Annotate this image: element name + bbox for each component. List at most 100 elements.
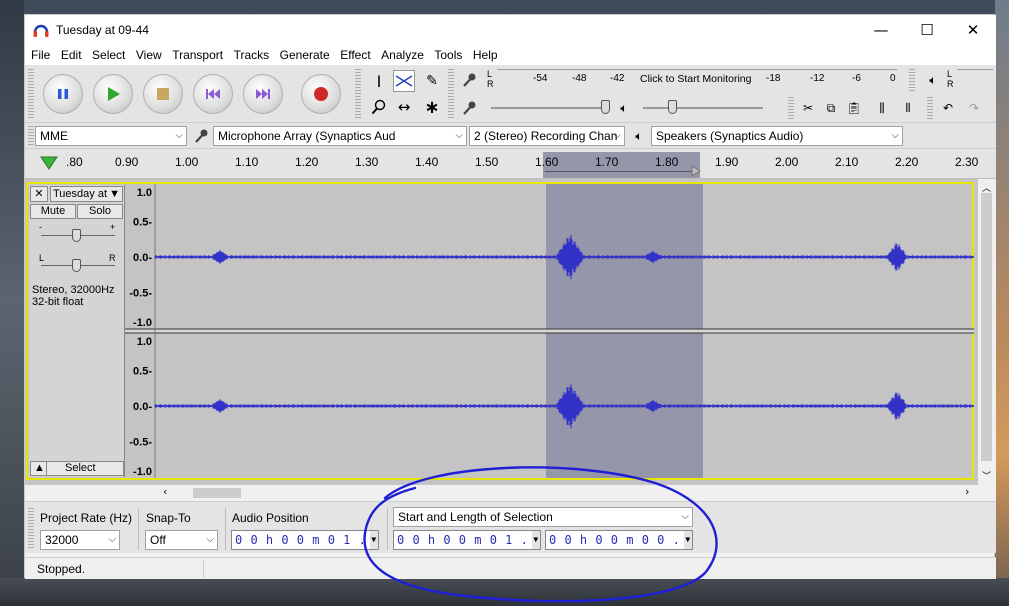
transport-toolbar-grip[interactable]: [28, 69, 34, 119]
play-button[interactable]: [93, 74, 133, 114]
gain-slider-thumb[interactable]: [72, 229, 81, 242]
audio-track[interactable]: ✕ Tuesday at ▼ Mute Solo - + L R Stereo, …: [26, 182, 974, 480]
amplitude-scale-label: 0.5-: [133, 366, 152, 378]
undo-button[interactable]: ↶: [937, 97, 959, 119]
selection-tool[interactable]: I: [368, 70, 390, 92]
pause-button[interactable]: [43, 74, 83, 114]
trim-audio-icon: ⫼: [879, 100, 885, 115]
menu-view[interactable]: View: [136, 48, 162, 62]
close-icon: ✕: [966, 21, 980, 39]
recording-volume-slider[interactable]: [491, 107, 603, 109]
amplitude-scale-label: -1.0: [133, 317, 152, 329]
menu-tracks[interactable]: Tracks: [234, 48, 270, 62]
scroll-down-icon[interactable]: ﹀: [982, 469, 991, 482]
menu-effect[interactable]: Effect: [340, 48, 370, 62]
recording-channels-select[interactable]: 2 (Stereo) Recording Chan ⌵: [469, 126, 625, 146]
ruler-tick: 1.60: [535, 155, 559, 169]
collapse-track-icon[interactable]: ▲: [33, 462, 47, 475]
zoom-tool[interactable]: [368, 96, 390, 118]
ruler-tick: 1.50: [475, 155, 499, 169]
microphone-icon: [463, 101, 476, 115]
menu-select[interactable]: Select: [92, 48, 125, 62]
ruler-tick: 1.70: [595, 155, 619, 169]
playback-volume-slider[interactable]: [643, 107, 763, 109]
draw-tool[interactable]: ✎: [421, 70, 443, 92]
menu-generate[interactable]: Generate: [280, 48, 330, 62]
redo-button[interactable]: ↷: [963, 97, 985, 119]
title-bar: Tuesday at 09-44 — ☐ ✕: [25, 15, 996, 45]
record-button[interactable]: [301, 74, 341, 114]
menu-help[interactable]: Help: [473, 48, 498, 62]
scroll-right-icon[interactable]: ›: [965, 485, 969, 498]
mute-button[interactable]: Mute: [30, 204, 76, 219]
trim-button[interactable]: ⫼: [871, 97, 893, 119]
recording-volume-button[interactable]: [459, 97, 481, 119]
vertical-scrollbar[interactable]: ︿ ﹀: [978, 179, 996, 485]
click-to-start-monitoring[interactable]: Click to Start Monitoring: [640, 73, 751, 85]
maximize-button[interactable]: ☐: [904, 15, 950, 45]
time-shift-tool[interactable]: ↔: [393, 96, 415, 118]
playback-meter-grip[interactable]: [909, 69, 915, 91]
timeline-ruler[interactable]: .80 0.90 1.00 1.10 1.20 1.30 1.40 1.50 1…: [25, 149, 996, 179]
triangle-down-icon: ▼: [109, 188, 120, 200]
playback-meter[interactable]: [957, 69, 993, 91]
meter-tick: -12: [810, 73, 825, 84]
skip-to-end-button[interactable]: [243, 74, 283, 114]
playback-device-select[interactable]: Speakers (Synaptics Audio) ⌵: [651, 126, 903, 146]
copy-button[interactable]: ⧉: [820, 97, 842, 119]
playback-meter-button[interactable]: 🔈︎: [922, 69, 944, 91]
selection-toolbar-grip[interactable]: [28, 508, 34, 550]
menu-file[interactable]: File: [31, 48, 50, 62]
silence-button[interactable]: ⫴: [897, 97, 919, 119]
ruler-tick: 1.30: [355, 155, 379, 169]
project-rate-select[interactable]: 32000 ⌵: [40, 530, 120, 550]
track-name-menu[interactable]: Tuesday at ▼: [50, 186, 123, 202]
cut-button[interactable]: ✂: [797, 97, 819, 119]
edit-toolbar-grip[interactable]: [788, 97, 794, 119]
pan-slider-thumb[interactable]: [72, 259, 81, 272]
select-track-button[interactable]: ▲ Select: [30, 461, 124, 476]
paste-button[interactable]: 📋︎: [843, 97, 865, 119]
playback-volume-thumb[interactable]: [668, 100, 677, 114]
gain-plus-label: +: [110, 222, 116, 232]
record-meter-button[interactable]: [459, 69, 481, 91]
pan-left-label: L: [39, 253, 45, 263]
record-meter[interactable]: -54 -48 -42 Click to Start Monitoring -1…: [497, 69, 905, 91]
tools-toolbar-grip[interactable]: [355, 69, 361, 119]
horizontal-scroll-thumb[interactable]: [193, 488, 241, 498]
solo-button[interactable]: Solo: [77, 204, 123, 219]
snap-to-select[interactable]: Off ⌵: [145, 530, 218, 550]
status-text: Stopped.: [37, 562, 86, 576]
menu-tools[interactable]: Tools: [434, 48, 462, 62]
stop-button[interactable]: [143, 74, 183, 114]
audio-host-select[interactable]: MME ⌵: [35, 126, 187, 146]
scissors-icon: ✂: [802, 101, 814, 115]
menu-analyze[interactable]: Analyze: [381, 48, 424, 62]
track-close-button[interactable]: ✕: [30, 186, 48, 202]
device-toolbar-grip[interactable]: [28, 126, 34, 146]
undo-toolbar-grip[interactable]: [927, 97, 933, 119]
waveform-display[interactable]: 1.0 0.5- 0.0- -0.5- -1.0 1.0 0.5- 0.0- -0.5- -1.0: [125, 184, 974, 478]
record-icon: [314, 87, 328, 101]
menu-transport[interactable]: Transport: [172, 48, 223, 62]
ruler-tick: 2.10: [835, 155, 859, 169]
vertical-scroll-thumb[interactable]: [981, 193, 992, 461]
input-device-icon-wrap: [191, 125, 213, 147]
scroll-left-icon[interactable]: ‹: [163, 485, 167, 498]
gain-minus-label: -: [39, 222, 42, 232]
recording-device-select[interactable]: Microphone Array (Synaptics Aud ⌵: [213, 126, 467, 146]
play-head-icon[interactable]: [40, 156, 58, 170]
multi-tool[interactable]: ∗: [421, 96, 443, 118]
menu-edit[interactable]: Edit: [61, 48, 82, 62]
meter-toolbar-grip[interactable]: [448, 69, 454, 119]
envelope-tool[interactable]: [393, 70, 415, 92]
playback-volume-button[interactable]: 🔈︎: [613, 97, 635, 119]
device-toolbar: MME ⌵ Microphone Array (Synaptics Aud ⌵ 2 …: [25, 123, 996, 149]
close-button[interactable]: ✕: [950, 15, 996, 45]
output-device-icon-wrap: 🔈︎: [628, 125, 650, 147]
recording-volume-thumb[interactable]: [601, 100, 610, 114]
minimize-button[interactable]: —: [858, 15, 904, 45]
close-icon: ✕: [34, 187, 44, 200]
skip-to-start-button[interactable]: [193, 74, 233, 114]
desktop-background-left: [0, 0, 24, 606]
